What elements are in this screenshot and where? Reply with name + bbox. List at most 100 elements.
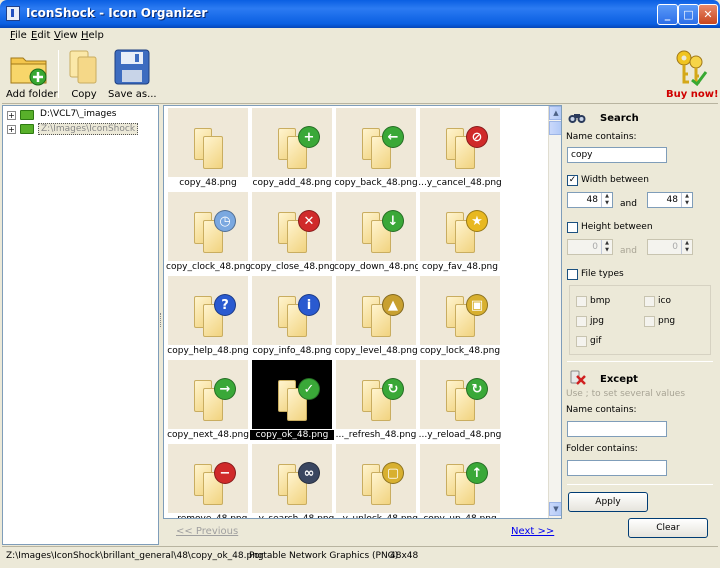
icon-tile[interactable]: − ...remove_48.png	[166, 444, 250, 519]
copy-button[interactable]: Copy	[64, 46, 104, 102]
bmp-checkbox[interactable]	[576, 296, 587, 307]
thumbnail: ✕	[252, 192, 332, 261]
file-types-checkbox[interactable]	[567, 269, 578, 280]
icon-tile[interactable]: ★ copy_fav_48.png	[418, 192, 502, 276]
app-icon	[6, 6, 20, 21]
tree-item-label: D:\VCL7\_images	[40, 109, 117, 119]
icon-tile-label: copy_lock_48.png	[419, 346, 501, 356]
icon-tile[interactable]: ∞ ...y_search_48.png	[250, 444, 334, 519]
scroll-down-arrow[interactable]: ▼	[549, 502, 561, 516]
icon-grid[interactable]: copy_48.png + copy_add_48.png ← copy_back_48…	[163, 105, 562, 519]
next-link[interactable]: Next >>	[511, 526, 554, 537]
icon-tile-label: ...y_unlock_48.png	[334, 514, 418, 519]
png-checkbox[interactable]	[644, 316, 655, 327]
level-icon: ▲	[382, 294, 404, 316]
check-icon: ✓	[298, 378, 320, 400]
maximize-button[interactable]: □	[678, 4, 699, 25]
plus-icon: +	[298, 126, 320, 148]
save-as-button[interactable]: Save as...	[108, 46, 157, 102]
icon-tile[interactable]: ? copy_help_48.png	[166, 276, 250, 360]
except-name-input[interactable]	[567, 421, 667, 437]
icon-tile[interactable]: ▲ copy_level_48.png	[334, 276, 418, 360]
icon-tile[interactable]: ▢ ...y_unlock_48.png	[334, 444, 418, 519]
icon-tile[interactable]: ⊘ ...y_cancel_48.png	[418, 108, 502, 192]
status-size: 48x48	[390, 551, 419, 561]
icon-tile-label: ...y_cancel_48.png	[418, 178, 502, 188]
thumbnail: ↻	[336, 360, 416, 429]
expand-icon[interactable]: +	[7, 125, 16, 134]
icon-tile[interactable]: ← copy_back_48.png	[334, 108, 418, 192]
icon-tile[interactable]: + copy_add_48.png	[250, 108, 334, 192]
height-to-spinner[interactable]: 0 ▲ ▼	[647, 239, 693, 255]
ico-checkbox[interactable]	[644, 296, 655, 307]
arrow-right-icon: →	[214, 378, 236, 400]
icon-tile[interactable]: ↻ ..._refresh_48.png	[334, 360, 418, 444]
thumbnail: ◷	[168, 192, 248, 261]
thumbnail: ←	[336, 108, 416, 177]
thumbnail	[168, 108, 248, 177]
icon-tile[interactable]: ↓ copy_down_48.png	[334, 192, 418, 276]
exclude-tool-icon	[570, 370, 586, 385]
menu-view[interactable]: View	[54, 30, 78, 41]
height-from-spinner[interactable]: 0 ▲ ▼	[567, 239, 613, 255]
expand-icon[interactable]: +	[7, 111, 16, 120]
refresh-icon: ↻	[382, 378, 404, 400]
icon-tile-label: ...y_reload_48.png	[418, 430, 502, 440]
scroll-up-arrow[interactable]: ▲	[549, 106, 561, 120]
menu-file[interactable]: File	[10, 30, 27, 41]
previous-link[interactable]: << Previous	[176, 526, 238, 537]
clear-button[interactable]: Clear	[628, 518, 708, 538]
status-bar: Z:\Images\IconShock\brillant_general\48\…	[2, 546, 718, 566]
scroll-thumb[interactable]	[549, 121, 561, 135]
name-contains-input[interactable]: copy	[567, 147, 667, 163]
minimize-button[interactable]: _	[657, 4, 678, 25]
binoculars-icon: ∞	[298, 462, 320, 484]
buy-now-button[interactable]: Buy now!	[666, 46, 719, 102]
bmp-label: bmp	[590, 296, 611, 306]
icon-tile[interactable]: ↑ copy_up_48.png	[418, 444, 502, 518]
icon-tile[interactable]: ◷ copy_clock_48.png	[166, 192, 250, 276]
icon-tile[interactable]: ↻ ...y_reload_48.png	[418, 360, 502, 444]
thumbnail: ▲	[336, 276, 416, 345]
icon-tile[interactable]: ▣ copy_lock_48.png	[418, 276, 502, 360]
icon-tile[interactable]: ✓ copy_ok_48.png	[250, 360, 334, 444]
icon-tile-label: copy_48.png	[179, 178, 237, 188]
folder-tree[interactable]: + D:\VCL7\_images + Z:\Images\IconShock	[2, 105, 159, 545]
icon-tile[interactable]: i copy_info_48.png	[250, 276, 334, 360]
icon-tile-label: copy_down_48.png	[334, 262, 418, 272]
filter-panel: Search Name contains: copy ✓ Width betwe…	[563, 105, 718, 519]
width-to-spinner[interactable]: 48 ▲ ▼	[647, 192, 693, 208]
reload-icon: ↻	[466, 378, 488, 400]
add-folder-button[interactable]: Add folder	[6, 46, 58, 102]
close-button[interactable]: ✕	[698, 4, 718, 25]
minus-icon: −	[214, 462, 236, 484]
width-between-checkbox[interactable]: ✓	[567, 175, 578, 186]
gif-checkbox[interactable]	[576, 336, 587, 347]
arrow-left-icon: ←	[382, 126, 404, 148]
height-between-checkbox[interactable]	[567, 222, 578, 233]
apply-button[interactable]: Apply	[568, 492, 648, 512]
info-icon: i	[298, 294, 320, 316]
vertical-scrollbar[interactable]: ▲ ▼	[548, 106, 561, 518]
folder-contains-input[interactable]	[567, 460, 667, 476]
window-title: IconShock - Icon Organizer	[26, 6, 208, 20]
menu-edit[interactable]: Edit	[31, 30, 50, 41]
icon-tile-label: ...remove_48.png	[168, 514, 248, 519]
thumbnail: −	[168, 444, 248, 513]
copy-icon	[203, 136, 223, 169]
floppy-disk-icon	[114, 49, 150, 85]
menu-help[interactable]: Help	[81, 30, 104, 41]
thumbnail: ?	[168, 276, 248, 345]
copy-icon	[69, 50, 97, 84]
png-label: png	[658, 316, 676, 326]
close-icon: ✕	[298, 210, 320, 232]
width-from-spinner[interactable]: 48 ▲ ▼	[567, 192, 613, 208]
except-name-label: Name contains:	[566, 405, 637, 415]
lock-icon: ▣	[466, 294, 488, 316]
jpg-checkbox[interactable]	[576, 316, 587, 327]
splitter-grip[interactable]	[160, 313, 162, 327]
icon-tile[interactable]: copy_48.png	[166, 108, 250, 192]
icon-tile[interactable]: → copy_next_48.png	[166, 360, 250, 444]
icon-tile-label: ...y_search_48.png	[250, 514, 334, 519]
icon-tile[interactable]: ✕ copy_close_48.png	[250, 192, 334, 276]
